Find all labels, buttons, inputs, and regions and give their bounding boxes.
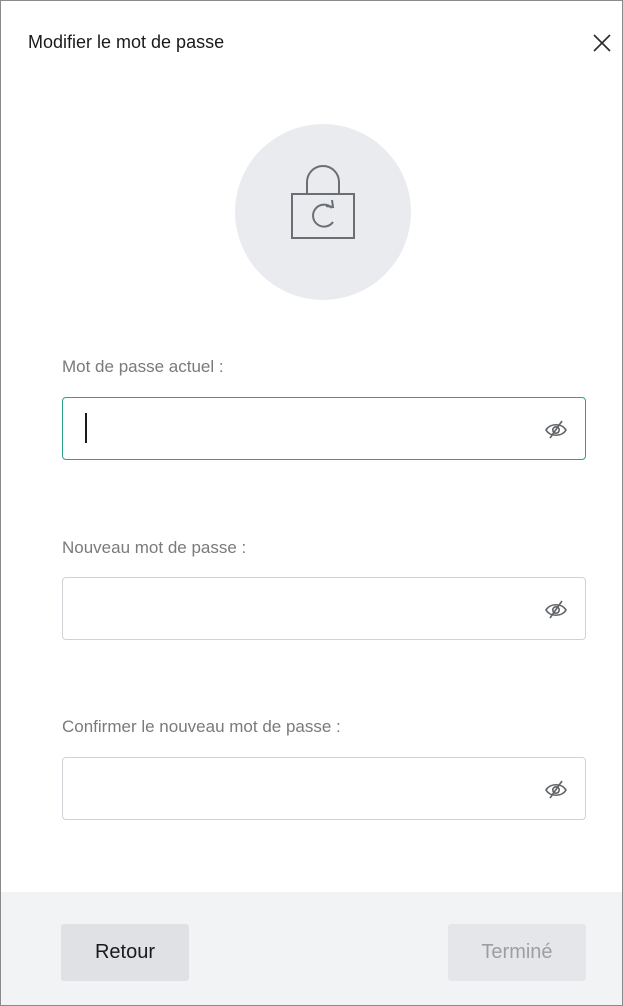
dialog-footer: Retour Terminé [1,892,622,1005]
text-caret [85,413,87,443]
dialog-title: Modifier le mot de passe [28,32,225,52]
close-icon [593,34,611,52]
current-password-input[interactable] [81,398,521,459]
new-password-label: Nouveau mot de passe : [62,538,247,557]
eye-slash-icon[interactable] [543,777,569,801]
change-password-dialog: Modifier le mot de passe Mot de passe ac… [0,0,623,1006]
current-password-label: Mot de passe actuel : [62,357,224,376]
eye-slash-icon[interactable] [543,417,569,441]
close-button[interactable] [582,23,622,63]
back-button[interactable]: Retour [61,924,189,981]
lock-refresh-icon [291,165,355,239]
confirm-password-input[interactable] [81,758,521,819]
eye-slash-icon[interactable] [543,597,569,621]
new-password-input[interactable] [81,578,521,639]
dialog-titlebar: Modifier le mot de passe [1,1,622,89]
lock-avatar [235,124,411,300]
new-password-field[interactable] [62,577,586,640]
done-button[interactable]: Terminé [448,924,586,981]
current-password-field[interactable] [62,397,586,460]
confirm-password-field[interactable] [62,757,586,820]
confirm-password-label: Confirmer le nouveau mot de passe : [62,717,341,736]
